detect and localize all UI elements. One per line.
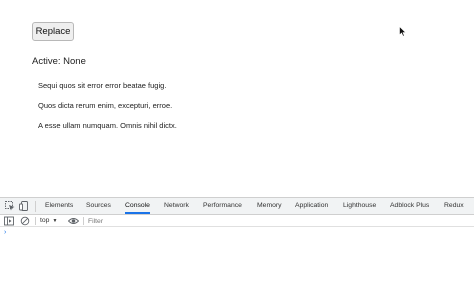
devtools-tabbar: Elements Sources Console Network Perform…	[0, 198, 474, 215]
page: Replace Active: None Sequi quos sit erro…	[0, 0, 474, 281]
tab-adblock-plus[interactable]: Adblock Plus	[390, 198, 429, 214]
paragraph-1: Sequi quos sit error error beatae fugig.	[38, 81, 167, 90]
filter-input[interactable]	[88, 216, 208, 226]
tab-memory[interactable]: Memory	[257, 198, 282, 214]
tab-performance[interactable]: Performance	[203, 198, 242, 214]
tab-sources[interactable]: Sources	[86, 198, 111, 214]
inspect-element-icon[interactable]	[5, 201, 15, 211]
tab-console[interactable]: Console	[125, 198, 150, 214]
tab-lighthouse[interactable]: Lighthouse	[343, 198, 376, 214]
toolbar-separator	[35, 217, 36, 225]
tab-network[interactable]: Network	[164, 198, 189, 214]
active-status: Active: None	[32, 56, 86, 67]
device-toolbar-icon[interactable]	[19, 201, 29, 211]
paragraph-2: Quos dicta rerum enim, excepturi, erroe.	[38, 101, 173, 110]
tab-application[interactable]: Application	[295, 198, 328, 214]
tabbar-separator	[35, 201, 36, 212]
replace-button[interactable]: Replace	[32, 22, 74, 41]
show-console-sidebar-icon[interactable]	[4, 216, 14, 226]
eye-icon[interactable]	[68, 216, 79, 226]
context-selector-value: top	[40, 217, 50, 224]
paragraph-3: A esse ullam numquam. Omnis nihil dictx.	[38, 121, 177, 130]
console-toolbar: top ▼	[0, 215, 474, 227]
tab-elements[interactable]: Elements	[45, 198, 73, 214]
console-prompt[interactable]: ›	[4, 229, 6, 236]
dropdown-arrow-icon: ▼	[52, 218, 58, 224]
tab-redux[interactable]: Redux	[444, 198, 464, 214]
mouse-cursor-icon	[399, 26, 407, 37]
clear-console-icon[interactable]	[20, 216, 30, 226]
devtools-panel: Elements Sources Console Network Perform…	[0, 197, 474, 281]
context-selector[interactable]: top ▼	[40, 216, 57, 226]
toolbar-separator	[83, 217, 84, 225]
